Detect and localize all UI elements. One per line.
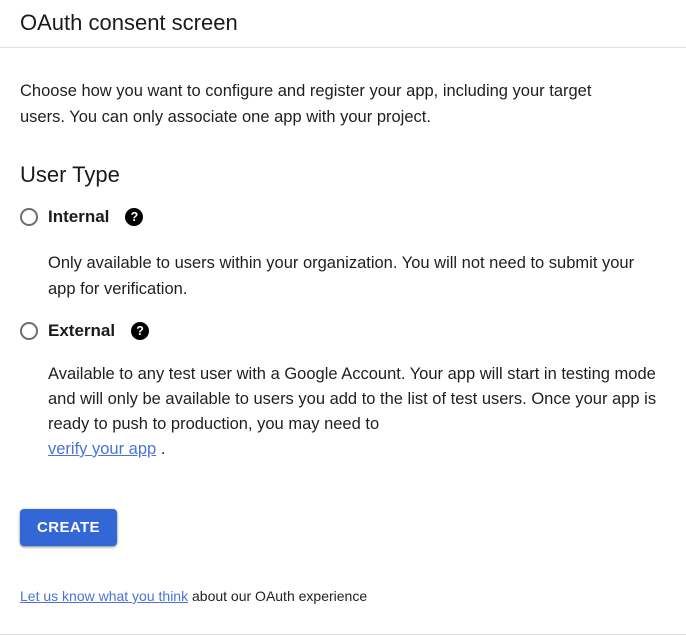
external-option-description: Available to any test user with a Google… <box>48 362 662 462</box>
external-radio-button[interactable] <box>20 322 38 340</box>
feedback-link[interactable]: Let us know what you think <box>20 588 188 604</box>
user-type-option-external: External ? <box>20 321 666 341</box>
internal-option-description: Only available to users within your orga… <box>48 250 648 302</box>
internal-radio-label: Internal <box>48 207 109 227</box>
user-type-option-internal: Internal ? <box>20 207 666 227</box>
intro-text: Choose how you want to configure and reg… <box>20 78 620 130</box>
external-radio-label: External <box>48 321 115 341</box>
external-help-icon[interactable]: ? <box>131 322 149 340</box>
feedback-note-text: about our OAuth experience <box>192 588 367 604</box>
external-description-period: . <box>161 440 166 458</box>
user-type-heading: User Type <box>20 162 666 188</box>
external-description-text: Available to any test user with a Google… <box>48 365 656 433</box>
page-title: OAuth consent screen <box>20 9 666 36</box>
feedback-note: Let us know what you think about our OAu… <box>20 588 666 604</box>
internal-radio-button[interactable] <box>20 208 38 226</box>
internal-help-icon[interactable]: ? <box>125 208 143 226</box>
create-button[interactable]: CREATE <box>20 509 117 546</box>
page-header: OAuth consent screen <box>0 0 686 48</box>
verify-your-app-link[interactable]: verify your app <box>48 440 156 458</box>
